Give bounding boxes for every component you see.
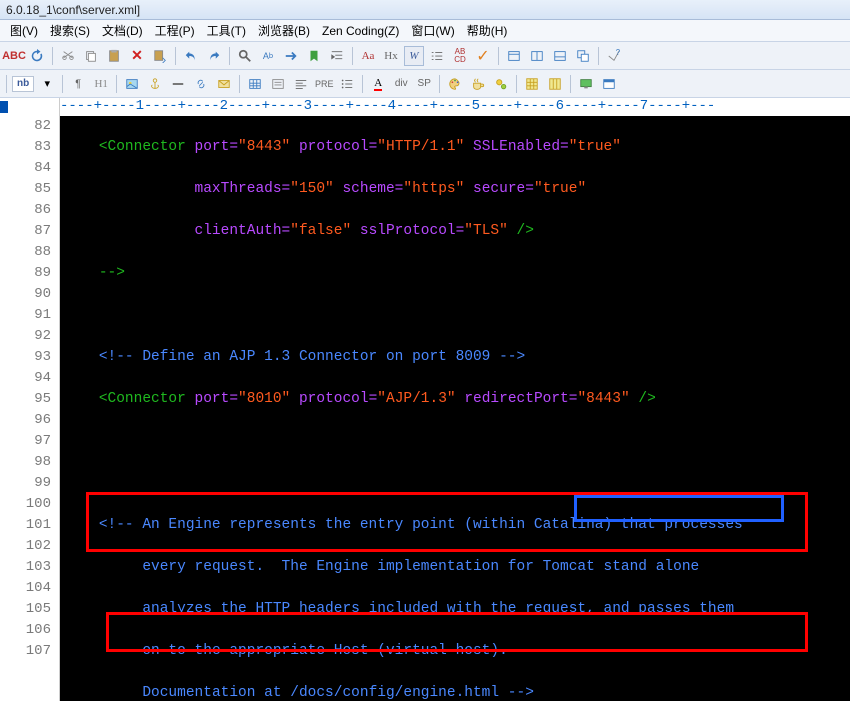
refresh-icon[interactable] bbox=[27, 46, 47, 66]
ruler: ----+----1----+----2----+----3----+----4… bbox=[60, 98, 850, 116]
heading-icon[interactable]: Hx bbox=[381, 46, 401, 66]
menu-browser[interactable]: 浏览器(B) bbox=[252, 20, 316, 41]
email-icon[interactable] bbox=[214, 74, 234, 94]
code[interactable]: <Connector port="8443" protocol="HTTP/1.… bbox=[60, 116, 850, 701]
table-icon[interactable] bbox=[245, 74, 265, 94]
image-icon[interactable] bbox=[122, 74, 142, 94]
cut-icon[interactable] bbox=[58, 46, 78, 66]
gutter-ruler bbox=[0, 98, 59, 116]
copy-icon[interactable] bbox=[81, 46, 101, 66]
bookmark-icon[interactable] bbox=[304, 46, 324, 66]
char-icon[interactable]: AB CD bbox=[450, 46, 470, 66]
panel-icon[interactable] bbox=[550, 46, 570, 66]
undo-icon[interactable] bbox=[181, 46, 201, 66]
menu-document[interactable]: 文档(D) bbox=[96, 20, 149, 41]
dropdown-icon[interactable]: ▾ bbox=[37, 74, 57, 94]
sp-label[interactable]: SP bbox=[414, 74, 434, 94]
toolbar-1: ABC ✕ Ab Aa Hx W AB CD ✓ ? bbox=[0, 42, 850, 70]
paste-icon[interactable] bbox=[104, 46, 124, 66]
help-icon[interactable]: ? bbox=[604, 46, 624, 66]
delete-icon[interactable]: ✕ bbox=[127, 46, 147, 66]
bullets-icon[interactable] bbox=[337, 74, 357, 94]
grid2-icon[interactable] bbox=[545, 74, 565, 94]
menu-project[interactable]: 工程(P) bbox=[149, 20, 201, 41]
editor: 8283848586 8788899091 9293949596 9798991… bbox=[0, 98, 850, 701]
list-icon[interactable] bbox=[427, 46, 447, 66]
menu-window[interactable]: 窗口(W) bbox=[405, 20, 460, 41]
spellcheck-icon[interactable]: ABC bbox=[4, 46, 24, 66]
word-icon[interactable]: W bbox=[404, 46, 424, 66]
find-icon[interactable] bbox=[235, 46, 255, 66]
form-icon[interactable] bbox=[268, 74, 288, 94]
find-replace-icon[interactable]: Ab bbox=[258, 46, 278, 66]
gears-icon[interactable] bbox=[491, 74, 511, 94]
indent-icon[interactable] bbox=[327, 46, 347, 66]
menu-zencoding[interactable]: Zen Coding(Z) bbox=[316, 22, 405, 40]
menu-view[interactable]: 图(V) bbox=[4, 20, 44, 41]
pre-label[interactable]: PRE bbox=[314, 74, 334, 94]
font-color-icon[interactable]: A bbox=[368, 74, 388, 94]
pilcrow-icon[interactable]: ¶ bbox=[68, 74, 88, 94]
split-icon[interactable] bbox=[527, 46, 547, 66]
check-icon[interactable]: ✓ bbox=[473, 46, 493, 66]
svg-text:?: ? bbox=[616, 49, 621, 57]
menu-tools[interactable]: 工具(T) bbox=[201, 20, 252, 41]
toolbar-2: nb ▾ ¶ H1 PRE A div SP bbox=[0, 70, 850, 98]
h1-icon[interactable]: H1 bbox=[91, 74, 111, 94]
monitor-icon[interactable] bbox=[576, 74, 596, 94]
div-label[interactable]: div bbox=[391, 74, 411, 94]
grid1-icon[interactable] bbox=[522, 74, 542, 94]
redo-icon[interactable] bbox=[204, 46, 224, 66]
window-icon[interactable] bbox=[504, 46, 524, 66]
align-icon[interactable] bbox=[291, 74, 311, 94]
font-size-icon[interactable]: Aa bbox=[358, 46, 378, 66]
coffee-icon[interactable] bbox=[468, 74, 488, 94]
hr-icon[interactable] bbox=[168, 74, 188, 94]
clipboard-dropdown-icon[interactable] bbox=[150, 46, 170, 66]
code-area[interactable]: ----+----1----+----2----+----3----+----4… bbox=[60, 98, 850, 701]
menu-help[interactable]: 帮助(H) bbox=[461, 20, 514, 41]
line-numbers: 8283848586 8788899091 9293949596 9798991… bbox=[0, 116, 59, 662]
gutter: 8283848586 8788899091 9293949596 9798991… bbox=[0, 98, 60, 701]
palette-icon[interactable] bbox=[445, 74, 465, 94]
goto-icon[interactable] bbox=[281, 46, 301, 66]
menu-search[interactable]: 搜索(S) bbox=[44, 20, 96, 41]
title-bar: 6.0.18_1\conf\server.xml] bbox=[0, 0, 850, 20]
cascade-icon[interactable] bbox=[573, 46, 593, 66]
anchor-icon[interactable] bbox=[145, 74, 165, 94]
link-icon[interactable] bbox=[191, 74, 211, 94]
window2-icon[interactable] bbox=[599, 74, 619, 94]
menu-bar: 图(V) 搜索(S) 文档(D) 工程(P) 工具(T) 浏览器(B) Zen … bbox=[0, 20, 850, 42]
nb-label[interactable]: nb bbox=[12, 76, 34, 92]
